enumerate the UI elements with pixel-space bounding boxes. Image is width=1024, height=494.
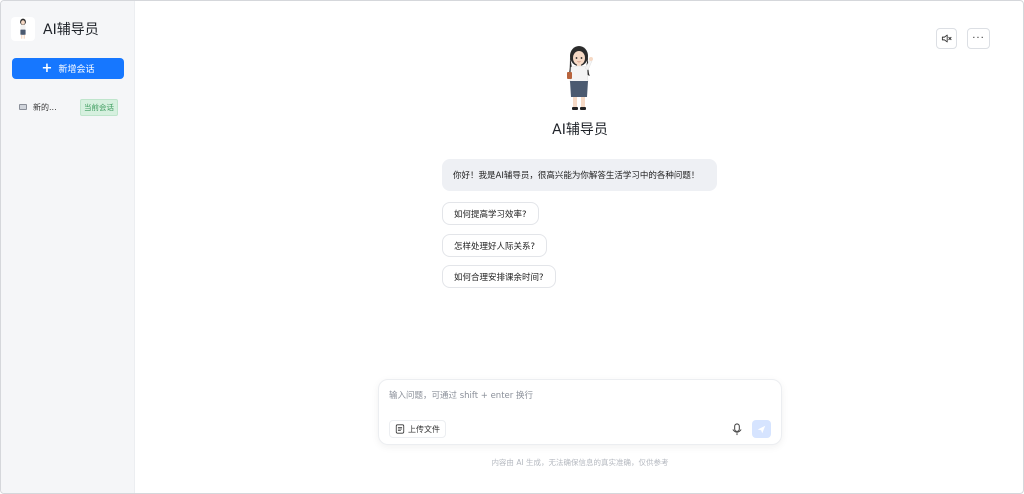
microphone-icon xyxy=(732,422,742,435)
message-input[interactable] xyxy=(389,389,769,403)
current-session-badge: 当前会话 xyxy=(80,98,118,116)
suggestion-chip[interactable]: 如何合理安排课余时间? xyxy=(442,265,556,288)
plus-icon: + xyxy=(41,61,53,76)
new-chat-button[interactable]: + 新增会话 xyxy=(12,58,124,79)
new-chat-label: 新增会话 xyxy=(58,65,95,75)
more-dots-icon: ··· xyxy=(972,33,985,44)
suggestion-chip[interactable]: 如何提高学习效率? xyxy=(442,202,539,225)
conversation-item[interactable]: 新的... 当前会话 xyxy=(19,98,129,116)
brand: AI辅导员 xyxy=(11,15,99,43)
assistant-avatar-image xyxy=(567,46,593,110)
chat-main: ··· AI辅导员 你好！我是AI辅导员，很高兴能为你解答生活学习中的各种问题！… xyxy=(135,1,1023,493)
upload-label: 上传文件 xyxy=(408,424,440,434)
suggestion-chip[interactable]: 怎样处理好人际关系? xyxy=(442,234,548,257)
brand-name: AI辅导员 xyxy=(43,22,99,38)
speaker-muted-icon xyxy=(941,34,952,43)
send-button[interactable] xyxy=(752,420,771,438)
assistant-avatar-icon xyxy=(20,18,26,39)
message-composer: 上传文件 xyxy=(378,379,782,445)
sidebar: AI辅导员 + 新增会话 新的... 当前会话 xyxy=(1,1,135,493)
more-options-button[interactable]: ··· xyxy=(967,28,990,49)
upload-file-button[interactable]: 上传文件 xyxy=(389,420,446,438)
mute-button[interactable] xyxy=(936,28,957,49)
ai-disclaimer: 内容由 AI 生成，无法确保信息的真实准确，仅供参考 xyxy=(491,458,669,467)
brand-avatar xyxy=(11,17,35,41)
conversation-label: 新的... xyxy=(33,102,57,112)
greeting-message: 你好！我是AI辅导员，很高兴能为你解答生活学习中的各种问题！ xyxy=(442,159,717,191)
file-icon xyxy=(395,424,405,434)
app-window: AI辅导员 + 新增会话 新的... 当前会话 ··· AI辅导员 你好！我是A… xyxy=(0,0,1024,494)
assistant-title: AI辅导员 xyxy=(552,122,608,138)
send-icon xyxy=(757,425,766,433)
voice-input-button[interactable] xyxy=(729,420,745,438)
chat-bubble-icon xyxy=(19,104,27,110)
